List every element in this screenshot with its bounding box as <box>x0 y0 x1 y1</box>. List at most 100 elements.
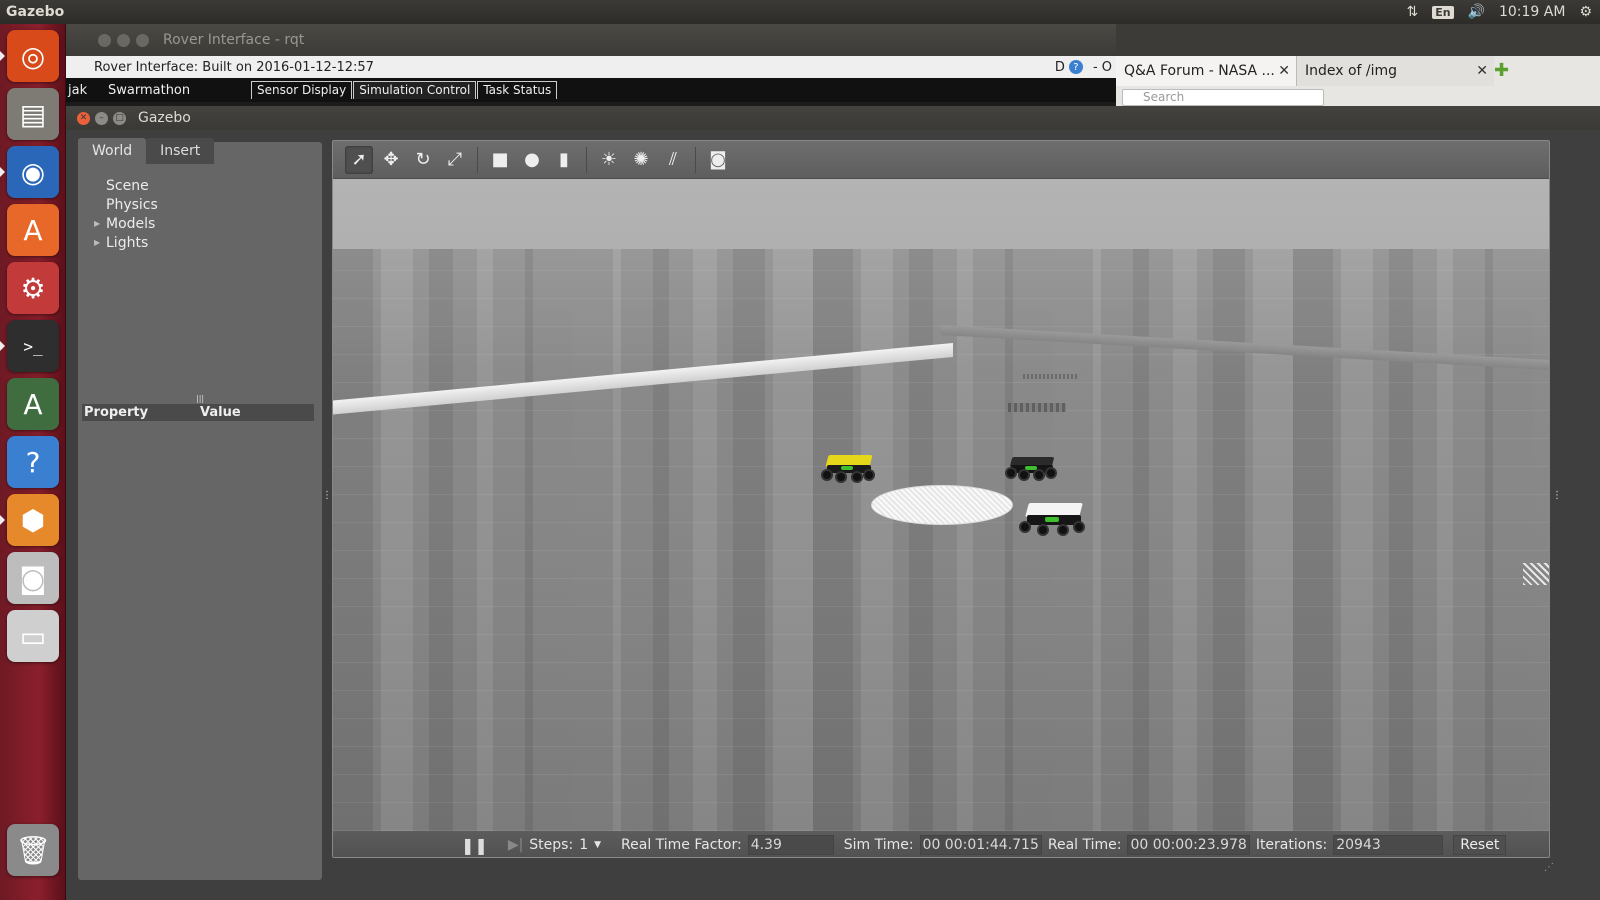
rqt-window[interactable]: Rover Interface - rqt Rover Interface: B… <box>66 24 1116 114</box>
swarmathon-label: Swarmathon <box>108 82 191 98</box>
iterations-label: Iterations: <box>1255 837 1328 853</box>
rqt-tab-sensor-display[interactable]: Sensor Display <box>251 81 353 99</box>
browser-tab-qa[interactable]: Q&A Forum - NASA ... ✕ <box>1116 56 1296 86</box>
gazebo-window[interactable]: ✕ – □ Gazebo World Insert Scene Physics ▶ M… <box>66 106 1600 900</box>
world-tree-item-models[interactable]: ▶ Models <box>94 214 158 233</box>
spot-light-icon: ✺ <box>633 149 649 170</box>
rqt-tab-row: jak Swarmathon Sensor Display Simulation … <box>66 78 1116 102</box>
translate-mode-button[interactable]: ✥ <box>377 146 405 174</box>
rqt-tab-bar: Sensor Display Simulation Control Task Sta… <box>250 81 558 99</box>
box-icon: ■ <box>491 149 509 170</box>
world-panel: World Insert Scene Physics ▶ Models ▶ Lights … <box>78 138 322 880</box>
rqt-tab-task-status[interactable]: Task Status <box>477 81 558 99</box>
settings-tools-icon[interactable]: ⚙ <box>7 262 59 314</box>
new-tab-plus-icon[interactable]: ✚ <box>1494 60 1509 81</box>
volume-icon[interactable]: 🔊 <box>1468 4 1485 20</box>
steps-dropdown-icon[interactable]: ▼ <box>594 840 601 850</box>
tree-item-label: Scene <box>106 177 149 194</box>
sphere-icon: ● <box>524 149 540 170</box>
splitter-handle[interactable]: ||| <box>196 394 204 403</box>
expand-arrow-icon[interactable]: ▶ <box>94 219 106 228</box>
ubuntu-logo-icon[interactable]: ◎ <box>7 30 59 82</box>
help-icon[interactable]: ? <box>7 436 59 488</box>
keyboard-layout-indicator[interactable]: En <box>1432 5 1454 19</box>
help-icon[interactable]: ? <box>1068 60 1083 74</box>
world-tree-item-lights[interactable]: ▶ Lights <box>94 233 158 252</box>
screenshot-button[interactable]: ◙ <box>704 146 732 174</box>
software-updater-icon[interactable]: A <box>7 378 59 430</box>
select-mode-button[interactable]: ➚ <box>345 145 373 174</box>
rqt-left-label: jak <box>68 82 88 98</box>
rotate-mode-button[interactable]: ↻ <box>409 146 437 174</box>
real-time-value: 00 00:00:23.978 <box>1127 835 1250 855</box>
value-column-header: Value <box>200 405 241 420</box>
scene-toolbar: ➚ ✥ ↻ ⤢ ■ ● ▮ ☀ ✺ ⫽ ◙ <box>333 141 1549 179</box>
trash-icon[interactable]: 🗑 <box>7 824 59 876</box>
gazebo-titlebar[interactable]: ✕ – □ Gazebo <box>66 106 1600 130</box>
camera-icon[interactable]: ◙ <box>7 552 59 604</box>
left-collapse-handle[interactable]: ⋮ <box>322 490 332 501</box>
rqt-plugin-close-controls[interactable]: - O <box>1093 60 1112 75</box>
running-indicator <box>0 341 5 351</box>
rqt-plugin-bar: Rover Interface: Built on 2016-01-12-12:… <box>66 56 1116 78</box>
tree-item-label: Physics <box>106 196 158 213</box>
real-time-factor-label: Real Time Factor: <box>621 837 742 853</box>
arrow-pointer-icon: ➚ <box>351 149 367 170</box>
cylinder-shape-button[interactable]: ▮ <box>550 146 578 174</box>
april-tag-cluster <box>1023 374 1079 379</box>
rqt-titlebar[interactable]: Rover Interface - rqt <box>66 24 1116 56</box>
close-icon[interactable]: ✕ <box>77 111 90 125</box>
steps-label: Steps: <box>529 837 574 853</box>
rover-black[interactable] <box>1005 451 1061 483</box>
reset-button[interactable]: Reset <box>1453 835 1507 855</box>
rqt-tab-simulation-control[interactable]: Simulation Control <box>353 81 477 99</box>
sphere-shape-button[interactable]: ● <box>518 146 546 174</box>
rqt-minimize-icon[interactable] <box>117 33 130 47</box>
power-gear-icon[interactable]: ⚙ <box>1579 4 1592 20</box>
browser-tab-label: Index of /img <box>1305 63 1398 79</box>
rover-yellow[interactable] <box>821 449 877 485</box>
april-tag-cluster <box>1008 403 1066 412</box>
resize-grip-icon[interactable]: ⋰ <box>1544 862 1554 873</box>
world-tree-item-scene[interactable]: Scene <box>94 176 158 195</box>
3d-viewport[interactable] <box>333 179 1549 831</box>
point-light-button[interactable]: ☀ <box>595 146 623 174</box>
right-collapse-handle[interactable]: ⋮ <box>1552 490 1562 501</box>
box-shape-button[interactable]: ■ <box>486 146 514 174</box>
file-cabinet-icon[interactable]: ▤ <box>7 88 59 140</box>
world-tree-item-physics[interactable]: Physics <box>94 195 158 214</box>
rqt-close-icon[interactable] <box>98 33 111 47</box>
steps-value[interactable]: 1 <box>579 837 588 853</box>
scale-mode-button[interactable]: ⤢ <box>441 146 469 174</box>
cylinder-icon: ▮ <box>559 149 569 170</box>
simulation-status-bar: ❚❚ ▶| Steps: 1 ▼ Real Time Factor: 4.39 … <box>333 831 1549 857</box>
disk-icon[interactable]: ▭ <box>7 610 59 662</box>
browser-search-input[interactable]: Search <box>1122 89 1324 106</box>
expand-arrow-icon[interactable]: ▶ <box>94 238 106 247</box>
tree-item-label: Models <box>106 215 156 232</box>
firefox-window[interactable]: Q&A Forum - NASA ... ✕ Index of /img ✕ ✚… <box>1116 56 1600 106</box>
pause-icon[interactable]: ❚❚ <box>461 836 488 855</box>
maximize-icon[interactable]: □ <box>113 111 126 125</box>
close-icon[interactable]: ✕ <box>1476 63 1488 79</box>
firefox-icon[interactable]: ◉ <box>7 146 59 198</box>
indicator-area: ⇅ En 🔊 10:19 AM ⚙ <box>1406 4 1600 20</box>
browser-tab-img[interactable]: Index of /img ✕ <box>1296 56 1494 86</box>
step-icon[interactable]: ▶| <box>508 837 523 853</box>
clock[interactable]: 10:19 AM <box>1499 4 1565 20</box>
directional-light-button[interactable]: ⫽ <box>659 146 687 174</box>
camera-icon: ◙ <box>709 149 727 170</box>
close-icon[interactable]: ✕ <box>1278 63 1290 79</box>
gazebo-icon[interactable]: ⬢ <box>7 494 59 546</box>
network-icon[interactable]: ⇅ <box>1406 4 1418 20</box>
minimize-icon[interactable]: – <box>95 111 108 125</box>
spot-light-button[interactable]: ✺ <box>627 146 655 174</box>
ground-plane <box>333 249 1549 831</box>
rqt-plugin-d-button[interactable]: D <box>1055 60 1065 75</box>
terminal-icon[interactable]: >_ <box>7 320 59 372</box>
rqt-maximize-icon[interactable] <box>136 33 149 47</box>
tab-world[interactable]: World <box>78 138 147 164</box>
software-center-icon[interactable]: A <box>7 204 59 256</box>
rover-white[interactable] <box>1019 497 1089 541</box>
tab-insert[interactable]: Insert <box>146 138 215 164</box>
